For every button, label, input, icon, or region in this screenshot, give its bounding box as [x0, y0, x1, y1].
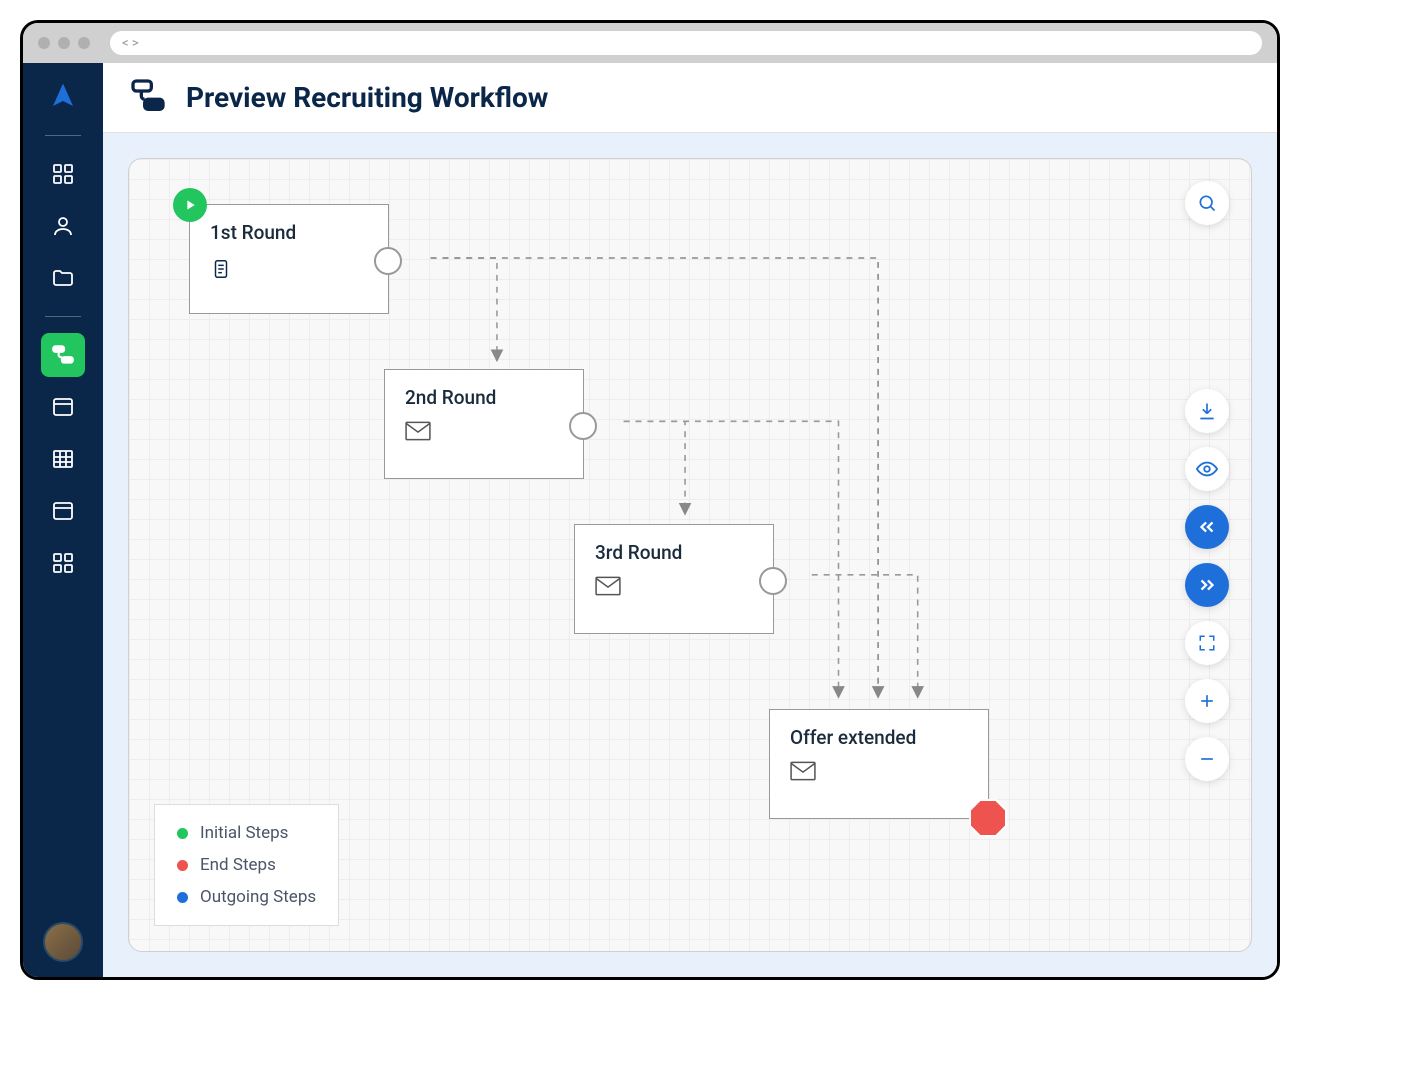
sidebar-divider-2 [45, 316, 81, 317]
legend-label: End Steps [200, 855, 276, 875]
download-button[interactable] [1185, 389, 1229, 433]
workflow-canvas[interactable]: 1st Round 2nd Round [128, 158, 1252, 952]
zoom-out-button[interactable] [1185, 737, 1229, 781]
canvas-wrap: 1st Round 2nd Round [103, 133, 1277, 977]
canvas-search-group [1185, 181, 1229, 225]
start-badge-icon [173, 188, 207, 222]
folder-icon[interactable] [41, 256, 85, 300]
url-nav-hint: < > [122, 36, 139, 51]
legend-row: Initial Steps [177, 823, 316, 843]
clipboard-icon [210, 256, 368, 286]
workflow-node-3rd-round[interactable]: 3rd Round [574, 524, 774, 634]
mail-icon [790, 761, 968, 785]
legend: Initial Steps End Steps Outgoing Steps [154, 804, 339, 926]
url-bar[interactable]: < > [110, 31, 1262, 55]
main-area: Preview Recruiting Workflow [103, 63, 1277, 977]
node-port[interactable] [374, 247, 402, 275]
user-icon[interactable] [41, 204, 85, 248]
legend-label: Outgoing Steps [200, 887, 316, 907]
sidebar [23, 63, 103, 977]
avatar[interactable] [43, 922, 83, 962]
sidebar-divider [45, 135, 81, 136]
window-icon[interactable] [41, 385, 85, 429]
traffic-light-maximize[interactable] [78, 37, 90, 49]
stop-badge-icon [968, 798, 1008, 838]
traffic-lights [38, 37, 90, 49]
traffic-light-minimize[interactable] [58, 37, 70, 49]
app-window: < > [20, 20, 1280, 980]
legend-dot-initial [177, 828, 188, 839]
mail-icon [595, 576, 753, 600]
traffic-light-close[interactable] [38, 37, 50, 49]
browser-chrome: < > [23, 23, 1277, 63]
legend-row: End Steps [177, 855, 316, 875]
node-title: Offer extended [790, 726, 968, 749]
legend-dot-end [177, 860, 188, 871]
body-area: Preview Recruiting Workflow [23, 63, 1277, 977]
prev-button[interactable] [1185, 505, 1229, 549]
node-title: 3rd Round [595, 541, 753, 564]
dashboard-icon[interactable] [41, 152, 85, 196]
search-button[interactable] [1185, 181, 1229, 225]
view-button[interactable] [1185, 447, 1229, 491]
mail-icon [405, 421, 563, 445]
workflow-node-offer-extended[interactable]: Offer extended [769, 709, 989, 819]
next-button[interactable] [1185, 563, 1229, 607]
legend-row: Outgoing Steps [177, 887, 316, 907]
node-port[interactable] [569, 412, 597, 440]
canvas-toolbar [1185, 389, 1229, 781]
node-port[interactable] [759, 567, 787, 595]
panel-icon[interactable] [41, 489, 85, 533]
app-logo[interactable] [45, 78, 81, 114]
legend-dot-outgoing [177, 892, 188, 903]
zoom-in-button[interactable] [1185, 679, 1229, 723]
workflow-header-icon [128, 76, 168, 120]
legend-label: Initial Steps [200, 823, 288, 843]
workflow-node-1st-round[interactable]: 1st Round [189, 204, 389, 314]
workflow-icon[interactable] [41, 333, 85, 377]
apps-icon[interactable] [41, 541, 85, 585]
table-icon[interactable] [41, 437, 85, 481]
node-title: 1st Round [210, 221, 368, 244]
workflow-node-2nd-round[interactable]: 2nd Round [384, 369, 584, 479]
expand-button[interactable] [1185, 621, 1229, 665]
node-title: 2nd Round [405, 386, 563, 409]
page-header: Preview Recruiting Workflow [103, 63, 1277, 133]
page-title: Preview Recruiting Workflow [186, 81, 548, 114]
